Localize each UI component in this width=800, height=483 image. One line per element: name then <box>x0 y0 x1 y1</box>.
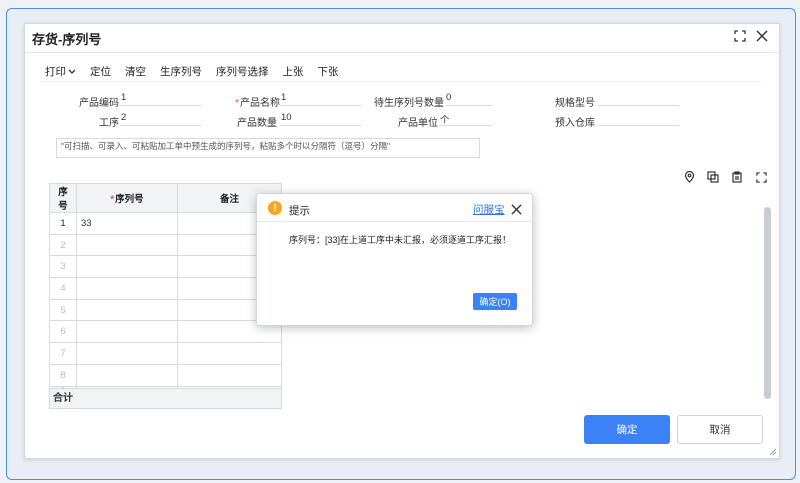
product-code-field[interactable]: 1 <box>120 92 201 106</box>
paste-icon[interactable] <box>729 169 745 185</box>
warehouse-field[interactable] <box>598 112 679 126</box>
column-header-serial: *序列号 <box>76 183 178 213</box>
row-index: 8 <box>49 363 77 387</box>
grid-total-row: 合计 <box>49 388 282 409</box>
product-name-label: *产品名称 <box>235 98 280 109</box>
alert-dialog: ! 提示 问服宝 序列号：[33]在上道工序中未汇报，必须逐道工序汇报！ 确定(… <box>256 193 533 326</box>
serial-cell[interactable] <box>76 320 178 344</box>
product-code-label: 产品编码 <box>79 98 119 109</box>
product-qty-label: 产品数量 <box>237 118 277 129</box>
table-row[interactable]: 8 <box>49 363 282 387</box>
copy-icon[interactable] <box>705 169 721 185</box>
vertical-scrollbar[interactable] <box>764 207 771 399</box>
previous-button[interactable]: 上张 <box>279 64 308 79</box>
alert-title: 提示 <box>289 205 310 217</box>
unit-field[interactable]: 个 <box>439 112 492 126</box>
remark-cell[interactable] <box>177 342 282 365</box>
title-divider <box>25 52 779 53</box>
window-title: 存货-序列号 <box>32 32 102 47</box>
serial-cell[interactable] <box>76 255 178 279</box>
locate-button[interactable]: 定位 <box>86 64 115 79</box>
chevron-down-icon <box>68 69 76 74</box>
serial-grid: 序号 *序列号 备注 133 2 3 4 5 6 7 8 9 <box>49 183 282 396</box>
resize-grip-icon[interactable] <box>768 447 777 456</box>
toolbar-divider <box>41 81 761 82</box>
row-index: 2 <box>49 233 77 257</box>
column-header-serial-text: 序列号 <box>115 194 144 205</box>
table-row[interactable]: 6 <box>49 320 282 344</box>
serial-cell[interactable]: 33 <box>76 212 178 235</box>
select-serial-button[interactable]: 序列号选择 <box>212 64 273 79</box>
table-row[interactable]: 3 <box>49 255 282 279</box>
maximize-icon[interactable] <box>732 28 748 44</box>
serial-cell[interactable] <box>76 277 178 300</box>
row-index: 4 <box>49 277 77 300</box>
next-button[interactable]: 下张 <box>314 64 343 79</box>
generate-serial-button[interactable]: 生序列号 <box>156 64 206 79</box>
close-icon[interactable] <box>508 201 524 217</box>
pending-qty-label: 待生序列号数量 <box>374 98 444 109</box>
table-row[interactable]: 1 33 <box>49 212 282 235</box>
table-row[interactable]: 5 <box>49 298 282 322</box>
row-index: 7 <box>49 342 77 365</box>
print-label: 打印 <box>45 66 66 78</box>
serial-input-hint[interactable]: "可扫描、可录入、可粘贴加工单中预生成的序列号，粘贴多个时以分隔符（逗号）分隔" <box>56 138 480 158</box>
row-index: 3 <box>49 255 77 279</box>
remark-cell[interactable] <box>177 363 282 387</box>
serial-cell[interactable] <box>76 342 178 365</box>
clear-button[interactable]: 清空 <box>121 64 150 79</box>
unit-label: 产品单位 <box>398 118 438 129</box>
spec-label: 规格型号 <box>555 98 595 109</box>
serial-cell[interactable] <box>76 363 178 387</box>
product-name-field[interactable]: 1 <box>280 92 361 106</box>
toolbar: 打印 定位 清空 生序列号 序列号选择 上张 下张 <box>41 64 349 79</box>
spec-field[interactable] <box>598 92 679 106</box>
alert-ok-button[interactable]: 确定(O) <box>473 293 517 310</box>
print-button[interactable]: 打印 <box>41 64 80 79</box>
warning-icon: ! <box>268 201 282 215</box>
pending-qty-field[interactable]: 0 <box>445 92 492 106</box>
row-index: 1 <box>49 212 77 235</box>
row-index: 5 <box>49 298 77 322</box>
product-name-label-text: 产品名称 <box>240 98 280 109</box>
process-label: 工序 <box>99 118 119 129</box>
product-qty-field[interactable]: 10 <box>280 112 361 126</box>
serial-cell[interactable] <box>76 233 178 257</box>
fullscreen-icon[interactable] <box>753 169 769 185</box>
serial-cell[interactable] <box>76 298 178 322</box>
help-link[interactable]: 问服宝 <box>473 202 505 217</box>
table-row[interactable]: 2 <box>49 233 282 257</box>
column-header-index: 序号 <box>49 183 77 213</box>
process-field[interactable]: 2 <box>120 112 201 126</box>
table-row[interactable]: 4 <box>49 277 282 300</box>
location-pin-icon[interactable] <box>681 169 697 185</box>
close-icon[interactable] <box>754 28 770 44</box>
row-index: 6 <box>49 320 77 344</box>
cancel-button[interactable]: 取消 <box>677 415 763 444</box>
alert-message: 序列号：[33]在上道工序中未汇报，必须逐道工序汇报！ <box>289 235 512 245</box>
alert-divider <box>257 221 532 222</box>
table-row[interactable]: 7 <box>49 342 282 365</box>
confirm-button[interactable]: 确定 <box>584 415 670 444</box>
warehouse-label: 预入仓库 <box>555 118 595 129</box>
